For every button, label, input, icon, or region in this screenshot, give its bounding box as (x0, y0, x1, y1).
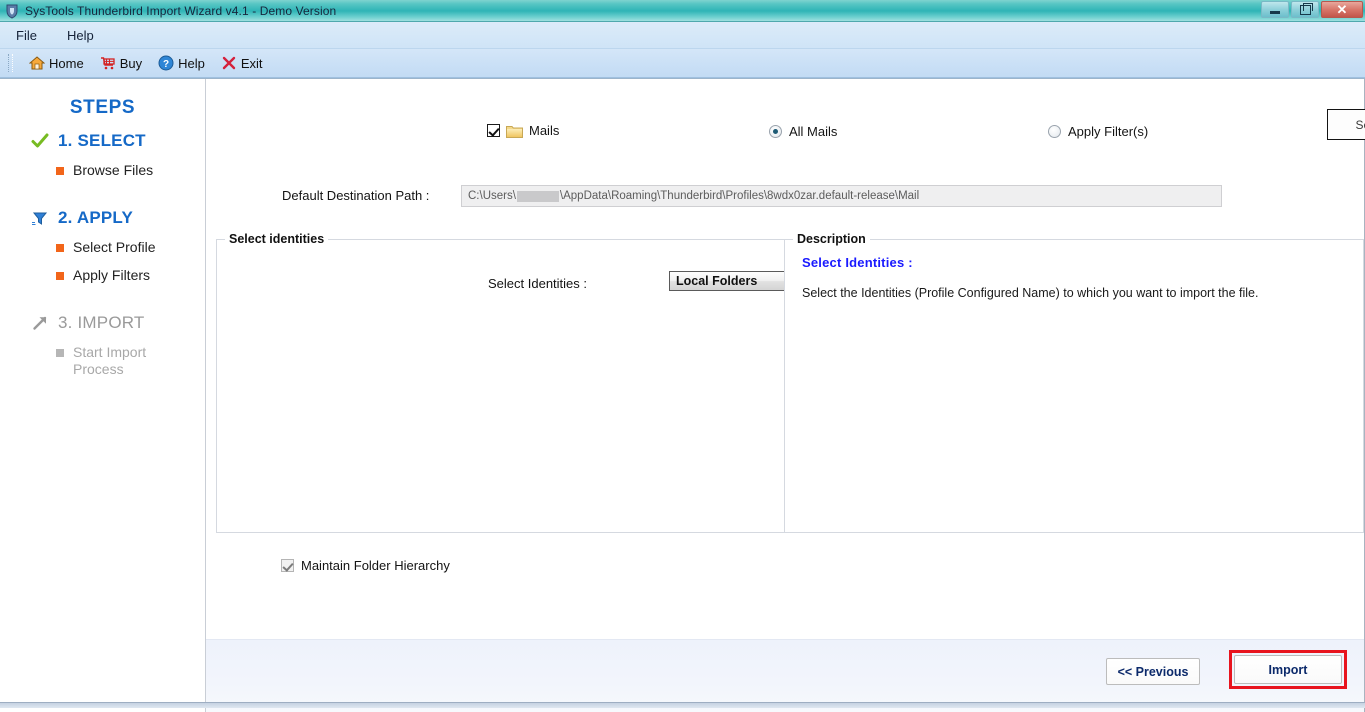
menu-item-file[interactable]: File (12, 26, 41, 45)
folder-icon (506, 124, 523, 138)
steps-title: STEPS (69, 97, 136, 118)
import-button[interactable]: Import (1234, 655, 1342, 684)
sidebar-step-select[interactable]: 1. SELECT (0, 131, 205, 151)
radio-apply-filters-label: Apply Filter(s) (1068, 124, 1149, 139)
radio-all-mails[interactable]: All Mails (769, 124, 837, 139)
main-content: Mails All Mails Apply Filter(s) Set .. D… (206, 79, 1365, 639)
toolbar-grip[interactable] (8, 54, 13, 72)
sidebar-substep-apply-filters[interactable]: Apply Filters (0, 267, 205, 285)
sidebar-substep-label-start-import: Start Import Process (73, 343, 147, 378)
radio-apply-filters-button[interactable] (1048, 125, 1061, 138)
toolbar: Home Buy ? Help Exit (0, 49, 1365, 78)
home-icon (28, 55, 46, 71)
destination-path-row: Default Destination Path : C:\Users\ \App… (206, 185, 1364, 209)
menu-bar: File Help (0, 22, 1365, 49)
destination-path-prefix: C:\Users\ (468, 190, 516, 202)
application-window: SysTools Thunderbird Import Wizard v4.1 … (0, 0, 1365, 712)
body-container: STEPS 1. SELECT Browse Files 2. APPLY Se… (0, 78, 1365, 712)
toolbar-button-exit[interactable]: Exit (219, 54, 265, 72)
sidebar-substep-label-apply-filters: Apply Filters (73, 267, 151, 283)
maintain-folder-hierarchy-box[interactable] (281, 559, 294, 572)
select-identities-selected-value: Local Folders (676, 274, 758, 288)
minimize-button[interactable] (1261, 1, 1289, 18)
sidebar-substep-label-select-profile: Select Profile (73, 238, 156, 255)
select-identities-group: Select identities Select Identities : Lo… (216, 232, 893, 533)
bullet-icon (56, 243, 64, 252)
sidebar-step-label-apply: 2. APPLY (58, 207, 133, 227)
close-icon: ✕ (1336, 2, 1348, 17)
redaction-block (516, 190, 559, 202)
sidebar-step-import[interactable]: 3. IMPORT (0, 313, 205, 333)
radio-apply-filters[interactable]: Apply Filter(s) (1048, 124, 1148, 139)
toolbar-label-buy: Buy (119, 55, 143, 71)
description-title: Select Identities : (802, 255, 913, 270)
sidebar-substep-start-import: Start Import Process (0, 344, 161, 379)
radio-all-mails-label: All Mails (789, 124, 838, 139)
window-title: SysTools Thunderbird Import Wizard v4.1 … (25, 3, 337, 18)
sidebar-step-label-select: 1. SELECT (58, 131, 146, 150)
mails-checkbox-label: Mails (529, 123, 560, 138)
previous-button[interactable]: << Previous (1106, 658, 1200, 685)
title-bar: SysTools Thunderbird Import Wizard v4.1 … (0, 0, 1365, 22)
scope-row: Mails All Mails Apply Filter(s) Set .. (206, 109, 1365, 153)
maintain-folder-hierarchy-checkbox[interactable]: Maintain Folder Hierarchy (281, 558, 450, 573)
select-identities-field-label: Select Identities : (488, 276, 587, 291)
bullet-icon (56, 348, 64, 357)
description-legend: Description (793, 232, 870, 246)
sidebar-substep-label-browse-files: Browse Files (73, 162, 154, 178)
sidebar-step-label-import: 3. IMPORT (58, 312, 145, 332)
select-identities-legend: Select identities (225, 232, 329, 246)
funnel-filter-icon (30, 208, 50, 228)
steps-sidebar: STEPS 1. SELECT Browse Files 2. APPLY Se… (0, 79, 206, 712)
radio-all-mails-button[interactable] (769, 125, 782, 138)
toolbar-label-home: Home (49, 55, 84, 71)
toolbar-button-home[interactable]: Home (27, 54, 86, 72)
maintain-folder-hierarchy-label: Maintain Folder Hierarchy (301, 558, 450, 573)
bullet-icon (56, 272, 64, 280)
destination-path-label: Default Destination Path : (282, 188, 430, 203)
toolbar-label-help: Help (178, 55, 205, 71)
help-circle-icon: ? (158, 55, 174, 71)
sidebar-step-apply[interactable]: 2. APPLY (0, 208, 205, 228)
close-x-icon (221, 55, 237, 71)
sidebar-substep-browse-files[interactable]: Browse Files (0, 162, 205, 180)
destination-path-suffix: \AppData\Roaming\Thunderbird\Profiles\8w… (559, 190, 920, 202)
menu-item-help[interactable]: Help (63, 26, 98, 45)
toolbar-button-buy[interactable]: Buy (98, 54, 144, 72)
app-shield-icon (4, 3, 20, 19)
svg-text:?: ? (163, 59, 169, 70)
window-controls: ✕ (1259, 1, 1363, 18)
description-group: Description Select Identities : Select t… (784, 232, 1364, 533)
destination-path-field: C:\Users\ \AppData\Roaming\Thunderbird\Pr… (461, 185, 1222, 207)
bullet-icon (56, 167, 64, 175)
toolbar-button-help[interactable]: ? Help (156, 54, 207, 72)
mails-checkbox[interactable]: Mails (487, 123, 559, 138)
main-panel: Mails All Mails Apply Filter(s) Set .. D… (206, 79, 1365, 712)
sidebar-substep-select-profile[interactable]: Select Profile (0, 239, 205, 257)
arrow-up-right-icon (30, 313, 50, 333)
set-button[interactable]: Set .. (1327, 109, 1365, 140)
description-text: Select the Identities (Profile Configure… (802, 286, 1259, 300)
window-bottom-edge (0, 702, 1365, 708)
cart-icon (100, 55, 116, 71)
close-button[interactable]: ✕ (1321, 1, 1363, 18)
green-check-icon (30, 131, 50, 151)
toolbar-label-exit: Exit (240, 55, 263, 71)
mails-checkbox-box[interactable] (487, 124, 500, 137)
restore-button[interactable] (1291, 1, 1319, 18)
